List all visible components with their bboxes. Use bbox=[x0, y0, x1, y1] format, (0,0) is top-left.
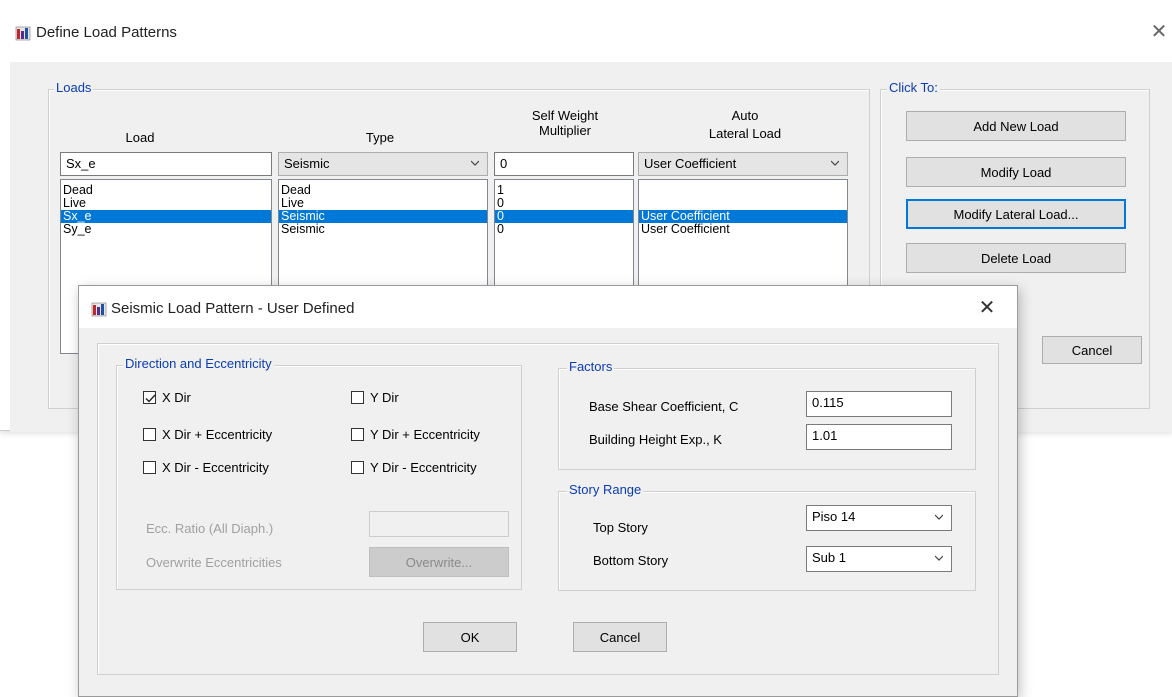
list-item[interactable]: Dead bbox=[61, 184, 271, 197]
seismic-window-title: Seismic Load Pattern - User Defined bbox=[111, 300, 355, 317]
checkbox[interactable] bbox=[143, 428, 156, 441]
bottom-story-select[interactable]: Sub 1 bbox=[806, 546, 952, 572]
delete-load-button[interactable]: Delete Load bbox=[906, 243, 1126, 273]
y-dir-minus-ecc-label: Y Dir - Eccentricity bbox=[370, 460, 477, 475]
y-dir-label: Y Dir bbox=[370, 390, 399, 405]
chevron-down-icon bbox=[831, 160, 839, 166]
loads-group-label: Loads bbox=[54, 80, 94, 95]
chevron-down-icon bbox=[935, 555, 943, 561]
checkbox[interactable] bbox=[143, 461, 156, 474]
modify-load-button[interactable]: Modify Load bbox=[906, 157, 1126, 187]
type-select[interactable]: Seismic bbox=[278, 152, 488, 176]
close-icon[interactable]: ✕ bbox=[975, 298, 999, 318]
overwrite-eccentricities-label: Overwrite Eccentricities bbox=[146, 555, 282, 570]
x-dir-minus-ecc-label: X Dir - Eccentricity bbox=[162, 460, 269, 475]
x-dir-plus-ecc-checkbox[interactable]: X Dir + Eccentricity bbox=[143, 427, 272, 442]
y-dir-plus-ecc-checkbox[interactable]: Y Dir + Eccentricity bbox=[351, 427, 480, 442]
chevron-down-icon bbox=[471, 160, 479, 166]
seismic-cancel-button[interactable]: Cancel bbox=[573, 622, 667, 652]
list-item[interactable] bbox=[639, 184, 847, 197]
ok-button[interactable]: OK bbox=[423, 622, 517, 652]
list-item[interactable]: Seismic bbox=[279, 223, 487, 236]
factors-group bbox=[558, 368, 976, 470]
ecc-ratio-label: Ecc. Ratio (All Diaph.) bbox=[146, 521, 274, 536]
add-new-load-button[interactable]: Add New Load bbox=[906, 111, 1126, 141]
click-to-group-label: Click To: bbox=[887, 80, 940, 95]
y-dir-minus-ecc-checkbox[interactable]: Y Dir - Eccentricity bbox=[351, 460, 477, 475]
list-item[interactable]: Sy_e bbox=[61, 223, 271, 236]
chevron-down-icon bbox=[935, 514, 943, 520]
auto-lateral-select[interactable]: User Coefficient bbox=[638, 152, 848, 176]
app-icon bbox=[91, 301, 107, 320]
direction-group-label: Direction and Eccentricity bbox=[123, 356, 274, 371]
modify-lateral-load-button[interactable]: Modify Lateral Load... bbox=[906, 199, 1126, 229]
height-exp-label: Building Height Exp., K bbox=[589, 432, 722, 447]
load-name-input[interactable]: Sx_e bbox=[60, 152, 272, 176]
x-dir-plus-ecc-label: X Dir + Eccentricity bbox=[162, 427, 273, 442]
checkbox[interactable] bbox=[351, 428, 364, 441]
checkbox[interactable] bbox=[351, 391, 364, 404]
list-item[interactable]: Live bbox=[61, 197, 271, 210]
close-icon[interactable]: ✕ bbox=[1147, 22, 1171, 42]
x-dir-checkbox[interactable]: X Dir bbox=[143, 390, 191, 405]
header-type: Type bbox=[365, 130, 395, 145]
type-select-value: Seismic bbox=[284, 156, 330, 171]
base-shear-input[interactable]: 0.115 bbox=[806, 391, 952, 417]
top-story-select-value: Piso 14 bbox=[812, 509, 856, 524]
bottom-story-select-value: Sub 1 bbox=[812, 550, 846, 565]
seismic-load-pattern-window: Seismic Load Pattern - User Defined ✕ Di… bbox=[78, 285, 1018, 697]
x-dir-minus-ecc-checkbox[interactable]: X Dir - Eccentricity bbox=[143, 460, 269, 475]
top-story-select[interactable]: Piso 14 bbox=[806, 505, 952, 531]
base-shear-label: Base Shear Coefficient, C bbox=[589, 399, 739, 414]
app-icon bbox=[15, 25, 31, 44]
list-item[interactable]: 0 bbox=[495, 223, 633, 236]
factors-group-label: Factors bbox=[567, 359, 615, 374]
x-dir-label: X Dir bbox=[162, 390, 191, 405]
header-auto-1: Auto bbox=[731, 108, 759, 123]
story-range-group-label: Story Range bbox=[567, 482, 644, 497]
window-title: Define Load Patterns bbox=[36, 24, 177, 41]
header-self-weight-1: Self Weight bbox=[531, 108, 599, 123]
multiplier-input[interactable]: 0 bbox=[494, 152, 634, 176]
ecc-ratio-input[interactable] bbox=[369, 511, 509, 537]
bottom-story-label: Bottom Story bbox=[593, 553, 669, 568]
header-self-weight-2: Multiplier bbox=[538, 123, 591, 138]
list-item-selected[interactable]: Sx_e bbox=[61, 210, 271, 223]
top-story-label: Top Story bbox=[593, 520, 648, 535]
list-item[interactable]: Dead bbox=[279, 184, 487, 197]
height-exp-input[interactable]: 1.01 bbox=[806, 424, 952, 450]
overwrite-button[interactable]: Overwrite... bbox=[369, 547, 509, 577]
y-dir-checkbox[interactable]: Y Dir bbox=[351, 390, 399, 405]
list-item[interactable]: 0 bbox=[495, 197, 633, 210]
checkbox[interactable] bbox=[351, 461, 364, 474]
list-item-selected[interactable]: 0 bbox=[495, 210, 633, 223]
list-item[interactable]: User Coefficient bbox=[639, 223, 847, 236]
list-item[interactable]: 1 bbox=[495, 184, 633, 197]
checkbox-checked[interactable] bbox=[143, 391, 156, 404]
main-cancel-button[interactable]: Cancel bbox=[1042, 336, 1142, 364]
header-load: Load bbox=[125, 130, 155, 145]
header-auto-2: Lateral Load bbox=[708, 126, 782, 141]
y-dir-plus-ecc-label: Y Dir + Eccentricity bbox=[370, 427, 480, 442]
auto-lateral-select-value: User Coefficient bbox=[644, 156, 737, 171]
